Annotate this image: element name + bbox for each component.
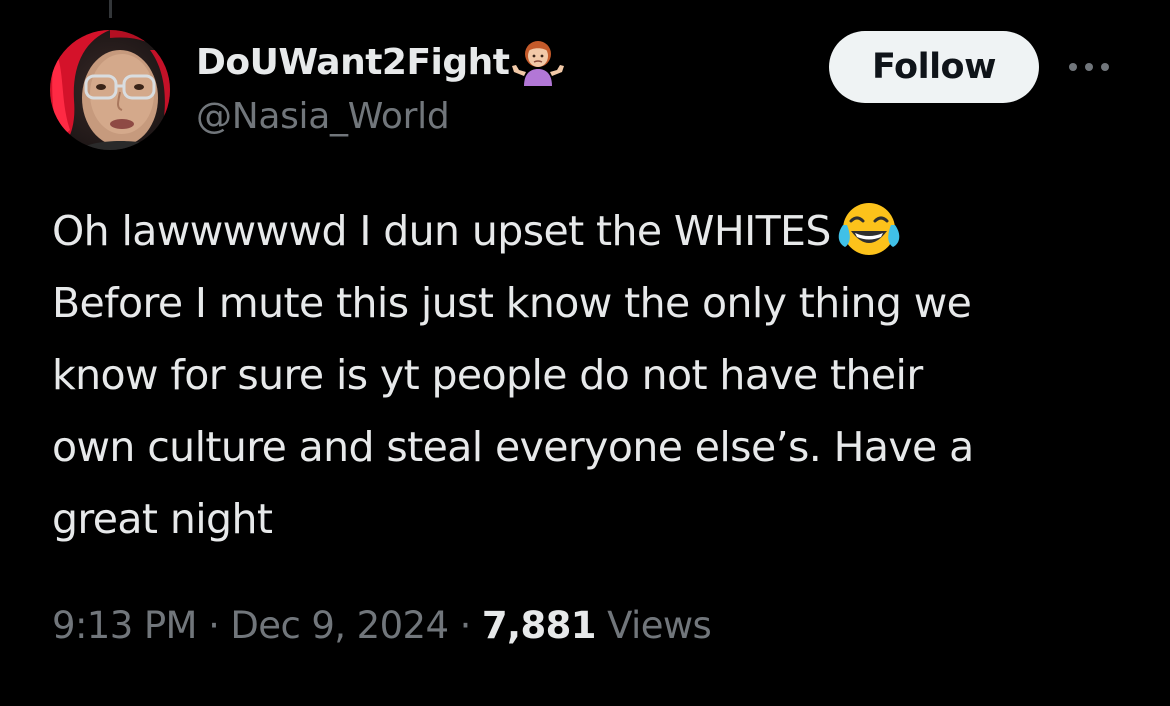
thread-connector-line bbox=[109, 0, 112, 18]
meta-separator: · bbox=[459, 604, 472, 647]
face-with-tears-of-joy-icon bbox=[837, 199, 901, 259]
tweet-meta: 9:13 PM · Dec 9, 2024 · 7,881 Views bbox=[52, 604, 712, 647]
views-label[interactable]: Views bbox=[607, 604, 712, 647]
tweet-line: own culture and steal everyone else’s. H… bbox=[52, 423, 974, 471]
avatar[interactable] bbox=[50, 30, 170, 150]
more-horizontal-icon bbox=[1069, 63, 1109, 71]
tweet-line: Oh lawwwwwd I dun upset the WHITES bbox=[52, 195, 1142, 267]
tweet-line: Before I mute this just know the only th… bbox=[52, 279, 972, 327]
author-name-row[interactable]: DoUWant2Fight bbox=[196, 38, 566, 86]
more-options-button[interactable] bbox=[1064, 50, 1114, 84]
views-count[interactable]: 7,881 bbox=[482, 604, 597, 647]
tweet-date[interactable]: Dec 9, 2024 bbox=[230, 604, 449, 647]
tweet-text: Oh lawwwwwd I dun upset the WHITES Befor… bbox=[52, 195, 1142, 555]
tweet-line-text: Oh lawwwwwd I dun upset the WHITES bbox=[52, 207, 831, 255]
author-handle[interactable]: @Nasia_World bbox=[196, 96, 450, 137]
tweet-time[interactable]: 9:13 PM bbox=[52, 604, 197, 647]
follow-button[interactable]: Follow bbox=[829, 31, 1039, 103]
author-display-name[interactable]: DoUWant2Fight bbox=[196, 42, 510, 83]
meta-separator: · bbox=[208, 604, 220, 647]
person-shrugging-emoji-icon bbox=[510, 38, 566, 86]
tweet-line: know for sure is yt people do not have t… bbox=[52, 351, 923, 399]
tweet-line: great night bbox=[52, 495, 273, 543]
avatar-image bbox=[50, 30, 170, 150]
